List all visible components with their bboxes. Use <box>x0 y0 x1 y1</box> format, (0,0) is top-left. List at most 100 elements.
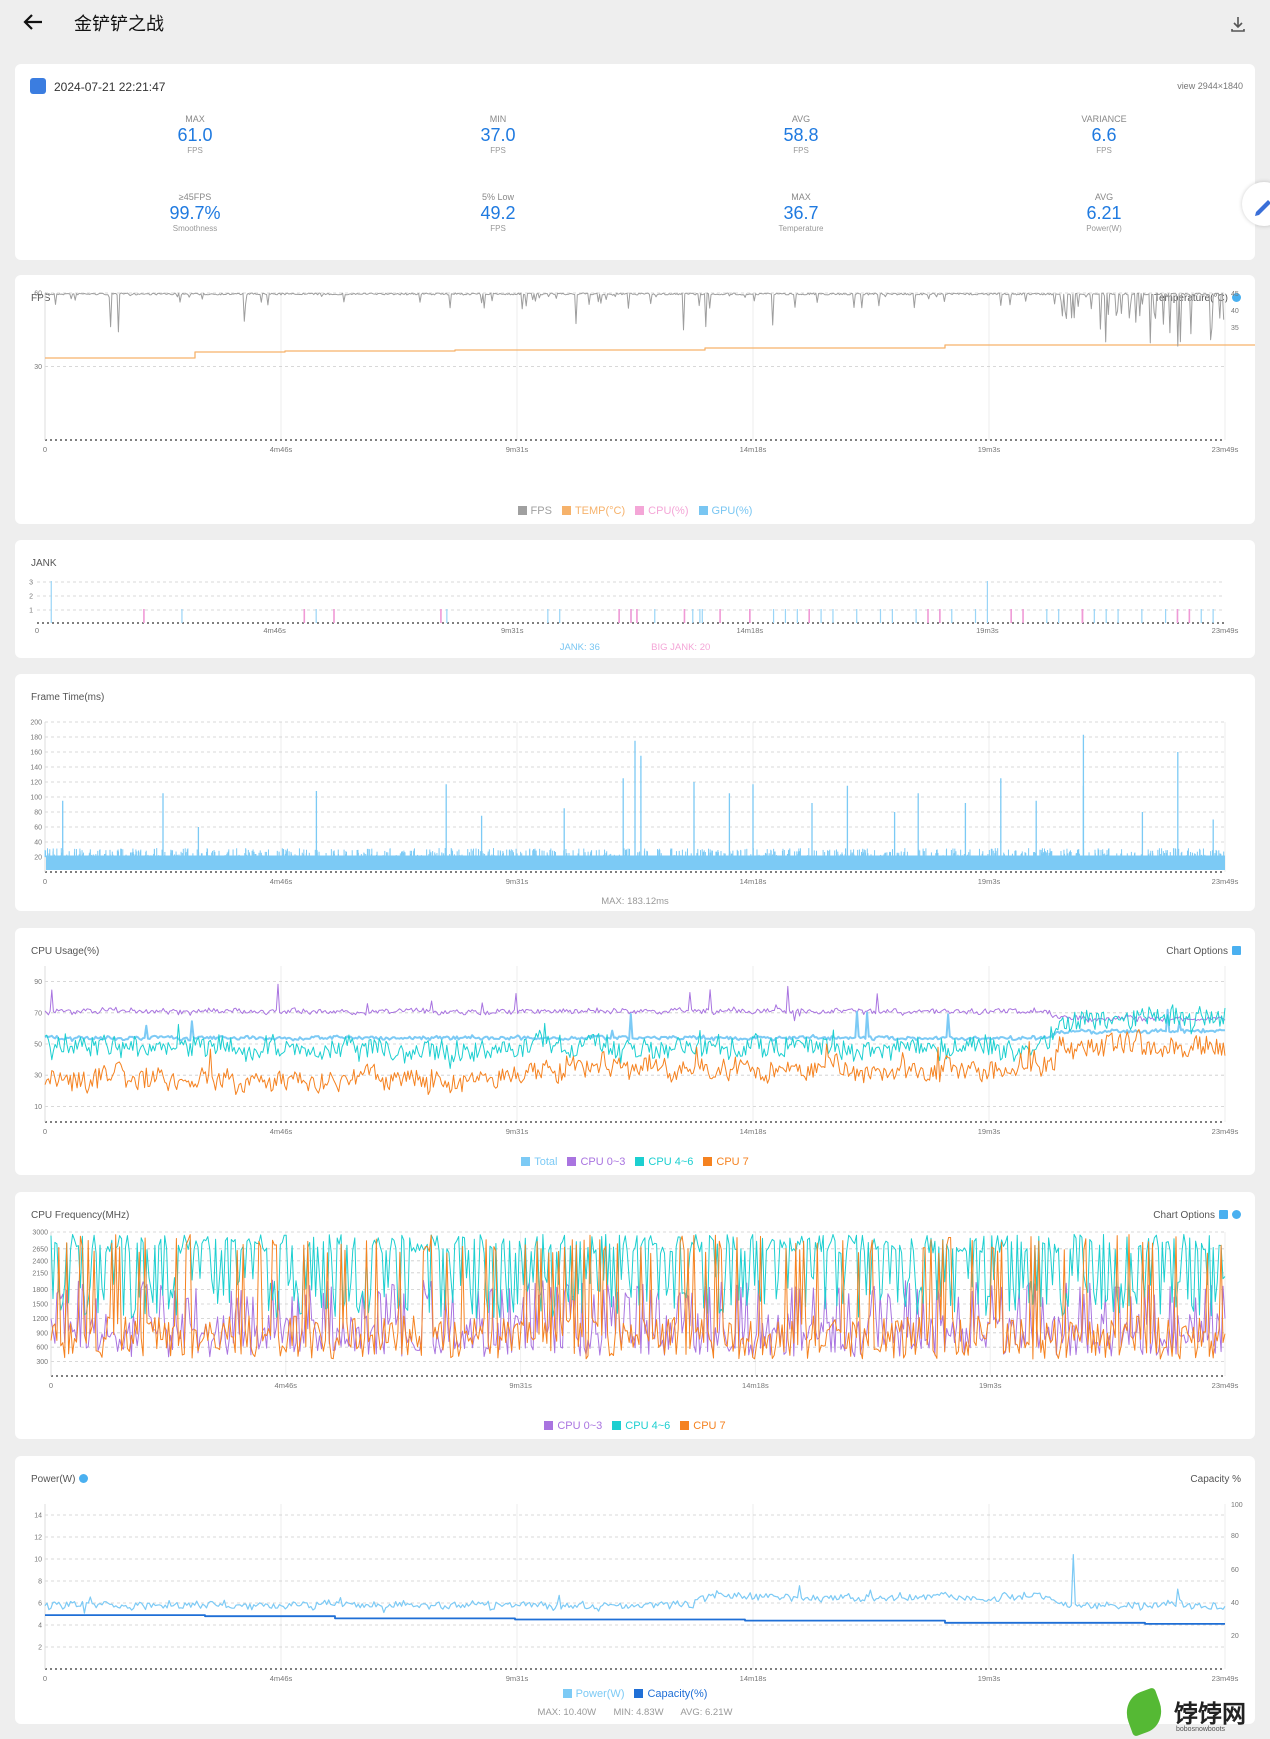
x-tick-label: 23m49s <box>1212 877 1239 886</box>
legend-item[interactable]: CPU 4~6 <box>635 1156 693 1168</box>
legend-item[interactable]: CPU 7 <box>680 1420 726 1432</box>
legend-item[interactable]: GPU(%) <box>698 505 753 517</box>
legend-item[interactable]: TEMP(°C) <box>561 505 625 517</box>
y-tick-label: 200 <box>30 720 42 727</box>
legend-swatch <box>561 506 571 515</box>
edit-button[interactable] <box>1242 182 1270 226</box>
y-tick-label: 20 <box>34 855 42 862</box>
right-tick-label: 60 <box>1231 1567 1239 1574</box>
summary-card: 2024-07-21 22:21:47 view 2944×1840 MAX 61… <box>15 64 1255 260</box>
cpu-0-3-series <box>44 983 1226 1023</box>
legend-swatch <box>544 1421 554 1430</box>
stat-value: 58.8 <box>783 125 819 145</box>
legend-swatch <box>635 506 645 515</box>
leaf-logo-icon <box>1120 1687 1168 1737</box>
x-tick-label: 14m18s <box>740 877 767 886</box>
right-tick-label: 100 <box>1231 1502 1243 1509</box>
top-bar: 金铲铲之战 <box>0 0 1270 46</box>
y-tick-label: 900 <box>36 1330 48 1337</box>
frametime-chart: 0 4m46s 9m31s 14m18s 19m3s 23m49s 20 40 60 80 100 1… <box>30 720 1239 887</box>
stat-label: MIN <box>489 114 507 124</box>
legend-label: GPU(%) <box>711 505 753 517</box>
y-tick-label: 14 <box>34 1513 42 1520</box>
stat-value: 49.2 <box>480 203 516 223</box>
legend-item[interactable]: CPU 0~3 <box>567 1156 625 1168</box>
cpu-usage-legend: Total CPU 0~3 CPU 4~6 CPU 7 <box>15 1156 1255 1168</box>
right-tick-label: 80 <box>1231 1533 1239 1540</box>
legend-item[interactable]: CPU 0~3 <box>544 1420 602 1432</box>
legend-item[interactable]: CPU 7 <box>703 1156 749 1168</box>
y-tick-label: 4 <box>38 1623 42 1630</box>
y-tick-label: 8 <box>38 1579 42 1586</box>
legend-item[interactable]: Power(W) <box>562 1688 624 1700</box>
legend-label: CPU 7 <box>716 1156 749 1168</box>
view-resolution: view 2944×1840 <box>1177 81 1243 91</box>
y-tick-label: 1200 <box>32 1316 48 1323</box>
legend-item[interactable]: Total <box>521 1156 557 1168</box>
stat-item: 5% Low 49.2 FPS <box>418 192 578 233</box>
stat-sub: Smoothness <box>172 224 218 233</box>
right-tick-label: 45 <box>1231 291 1239 298</box>
stat-value: 6.6 <box>1091 125 1117 145</box>
stat-item: AVG 58.8 FPS <box>721 114 881 155</box>
x-tick-label: 14m18s <box>740 1674 767 1683</box>
legend-swatch <box>521 1157 531 1166</box>
y-tick-label: 30 <box>34 364 42 371</box>
stat-sub: FPS <box>490 146 506 155</box>
download-icon[interactable] <box>1228 14 1248 34</box>
legend-label: FPS <box>530 505 552 517</box>
x-tick-label: 23m49s <box>1212 445 1239 454</box>
legend-swatch <box>612 1421 622 1430</box>
cpu-frequency-chart: 0 4m46s 9m31s 14m18s 19m3s 23m49s 300 600 900 120… <box>32 1230 1239 1391</box>
x-tick-label: 19m3s <box>978 1674 1001 1683</box>
fps-chart: 0 4m46s 9m31s 14m18s 19m3s 23m49s 30 60 45 40 35 <box>34 291 1255 454</box>
right-tick-label: 40 <box>1231 308 1239 315</box>
legend-swatch <box>517 506 527 515</box>
session-datetime: 2024-07-21 22:21:47 <box>54 80 166 94</box>
legend-item[interactable]: CPU(%) <box>635 505 689 517</box>
x-tick-label: 23m49s <box>1212 1381 1239 1390</box>
x-tick-label: 0 <box>43 445 47 454</box>
x-tick-label: 4m46s <box>270 1674 293 1683</box>
x-tick-label: 0 <box>35 626 39 635</box>
y-tick-label: 300 <box>36 1359 48 1366</box>
legend-item[interactable]: CPU 4~6 <box>612 1420 670 1432</box>
x-tick-label: 19m3s <box>978 445 1001 454</box>
legend-item[interactable]: FPS <box>517 505 552 517</box>
y-tick-label: 12 <box>34 1535 42 1542</box>
y-tick-label: 70 <box>34 1010 42 1017</box>
temp-series <box>45 344 1255 359</box>
stat-value: 6.21 <box>1086 203 1122 223</box>
stat-label: 5% Low <box>481 192 515 202</box>
stat-sub: FPS <box>490 224 506 233</box>
page-title: 金铲铲之战 <box>74 14 164 34</box>
stat-value: 37.0 <box>480 125 516 145</box>
power-min: MIN: 4.83W <box>613 1707 664 1718</box>
cpu-4-6-series <box>50 1233 1226 1319</box>
back-arrow-icon[interactable] <box>20 10 46 34</box>
y-tick-label: 10 <box>34 1104 42 1111</box>
jank-chart: 0 4m46s 9m31s 14m18s 19m3s 23m49s 1 2 3 <box>29 580 1238 636</box>
x-tick-label: 14m18s <box>742 1381 769 1390</box>
x-tick-label: 9m31s <box>509 1381 532 1390</box>
y-tick-label: 3000 <box>32 1230 48 1237</box>
x-tick-label: 0 <box>43 1674 47 1683</box>
x-tick-label: 14m18s <box>740 1127 767 1136</box>
y-tick-label: 140 <box>30 765 42 772</box>
app-icon <box>30 78 46 94</box>
stat-label: VARIANCE <box>1081 114 1127 124</box>
legend-item[interactable]: Capacity(%) <box>634 1688 707 1700</box>
power-stats: MAX: 10.40W MIN: 4.83W AVG: 6.21W <box>15 1707 1255 1718</box>
power-chart: 0 4m46s 9m31s 14m18s 19m3s 23m49s 2 4 6 8 10 12 14 10… <box>34 1502 1243 1683</box>
legend-label: Capacity(%) <box>647 1688 708 1700</box>
power-avg: AVG: 6.21W <box>680 1707 733 1718</box>
x-tick-label: 23m49s <box>1212 1674 1239 1683</box>
legend-swatch <box>635 1157 645 1166</box>
y-tick-label: 2 <box>29 594 33 601</box>
frametime-max: MAX: 183.12ms <box>601 896 669 907</box>
stat-value: 99.7% <box>169 203 221 223</box>
x-tick-label: 19m3s <box>979 1381 1002 1390</box>
stat-label: AVG <box>791 114 811 124</box>
cpu-usage-card: CPU Usage(%) Chart Options 0 4m46s 9m31s 14… <box>15 928 1255 1175</box>
legend-swatch <box>634 1689 644 1698</box>
